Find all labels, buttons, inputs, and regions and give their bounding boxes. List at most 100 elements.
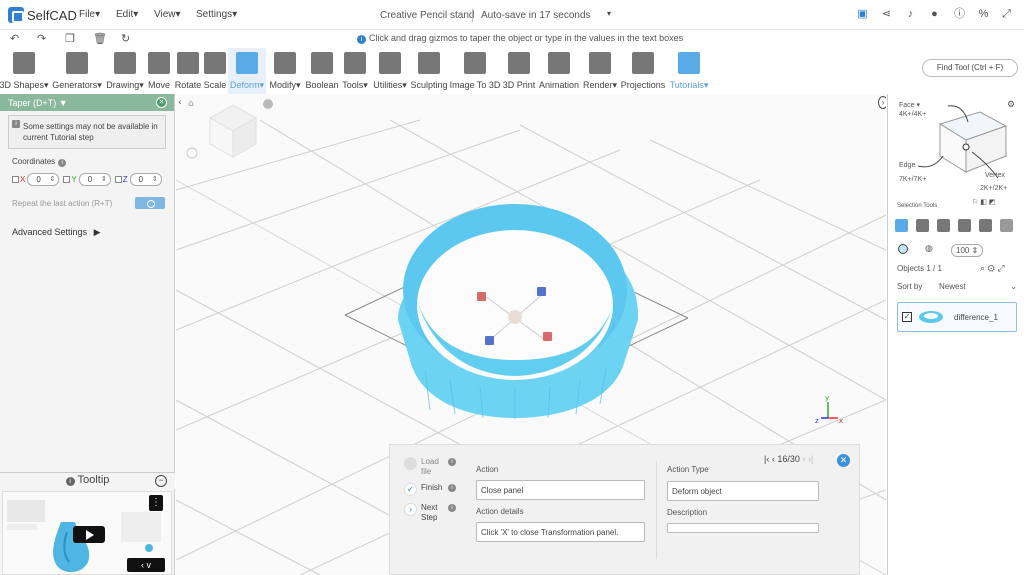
tool-sculpting[interactable]: Sculpting xyxy=(410,48,448,94)
step-status-icon xyxy=(404,457,417,470)
y-checkbox[interactable] xyxy=(63,176,71,183)
light-bulb-icon[interactable] xyxy=(186,147,198,159)
repeat-action-button[interactable] xyxy=(135,197,165,209)
brush-size-input[interactable]: 100 ⇕ xyxy=(951,244,984,257)
tool-scale[interactable]: Scale xyxy=(204,48,226,94)
tool-projections[interactable]: Projections xyxy=(621,48,665,94)
objects-count: Objects 1 / 1 xyxy=(897,264,942,273)
tool-image-to-3d[interactable]: Image To 3D xyxy=(450,48,500,94)
tool-render[interactable]: Render▾ xyxy=(583,48,617,94)
x-checkbox[interactable] xyxy=(12,176,19,183)
tool-tools[interactable]: Tools▾ xyxy=(340,48,370,94)
next-step-icon[interactable]: › xyxy=(802,454,805,464)
step-info-icon[interactable]: i xyxy=(448,504,456,512)
z-checkbox[interactable] xyxy=(114,176,122,183)
object-thumbnail xyxy=(919,311,943,323)
home-icon[interactable]: ⌂ xyxy=(188,99,194,109)
notifications-icon[interactable]: ♪ xyxy=(904,8,917,21)
object-tools-icons[interactable]: ⌕ ⚙ ⤢ xyxy=(980,263,1005,274)
svg-text:x: x xyxy=(839,417,843,425)
x-input[interactable]: 0 xyxy=(27,173,60,186)
tool-drawing[interactable]: Drawing▾ xyxy=(106,48,144,94)
tool-rotate[interactable]: Rotate xyxy=(174,48,202,94)
selection-extra-icons[interactable]: ⚐ ◧ ◩ xyxy=(972,198,995,206)
object-name: difference_1 xyxy=(954,313,998,322)
sort-select[interactable]: Newest ⌄ xyxy=(939,282,1017,291)
brush-circle-icon[interactable] xyxy=(898,244,908,254)
title-separator xyxy=(472,9,473,22)
first-step-icon[interactable]: |‹ xyxy=(764,454,769,464)
scale-icon xyxy=(204,52,226,74)
fullscreen-icon[interactable]: ⤢ xyxy=(1000,8,1013,21)
tool-3d-shapes[interactable]: 3D Shapes▾ xyxy=(0,48,49,94)
save-icon[interactable]: ▣ xyxy=(856,8,869,21)
select-plane-icon[interactable] xyxy=(1000,219,1013,232)
collapse-right-icon[interactable]: › xyxy=(878,96,886,109)
tool-animation[interactable]: Animation xyxy=(539,48,579,94)
tutorial-panel: Load file i ✓ Finish i › Next Step i Act… xyxy=(389,444,860,575)
menu-edit[interactable]: Edit▾ xyxy=(116,9,138,20)
tool-boolean[interactable]: Boolean xyxy=(305,48,339,94)
minimize-tooltip-button[interactable]: − xyxy=(155,475,167,487)
select-box-icon[interactable] xyxy=(937,219,950,232)
copy-icon[interactable]: ❐ xyxy=(65,32,75,45)
undo-icon[interactable]: ↶ xyxy=(10,32,19,45)
collapse-icon[interactable]: ▼ xyxy=(59,98,68,108)
tool-modify[interactable]: Modify▾ xyxy=(268,48,302,94)
close-tutorial-button[interactable]: ✕ xyxy=(837,454,850,467)
view-cube[interactable] xyxy=(208,104,258,158)
action-field: Close panel xyxy=(476,480,645,500)
y-input[interactable]: 0 xyxy=(78,173,111,186)
tooltip-video[interactable]: ⋮ ‹ v xyxy=(2,491,172,575)
video-more-icon[interactable]: ⋮ xyxy=(149,495,163,511)
play-button[interactable] xyxy=(73,526,105,543)
selection-tools-label: Selection Tools xyxy=(897,203,938,209)
brush-pattern-icon[interactable]: ◍ xyxy=(925,243,933,254)
close-panel-button[interactable]: ✕ xyxy=(156,97,167,108)
menu-settings[interactable]: Settings▾ xyxy=(196,9,237,20)
object-visibility-checkbox[interactable]: ✓ xyxy=(902,312,912,322)
vimeo-logo-icon[interactable]: ‹ v xyxy=(127,558,165,572)
tool-deform[interactable]: Deform▾ xyxy=(228,48,266,94)
percent-icon[interactable]: % xyxy=(977,8,990,21)
autosave-dropdown-icon[interactable]: ▾ xyxy=(607,9,611,18)
printer-icon xyxy=(508,52,530,74)
sculpting-icon xyxy=(418,52,440,74)
advanced-settings[interactable]: Advanced Settings ▶ xyxy=(12,227,174,238)
menu-file[interactable]: File▾ xyxy=(79,9,100,20)
right-panel: Face ▾ 4K+/4K+ ⚙ Edge 7K+/7K+ Vertex 2K+… xyxy=(887,94,1024,575)
generator-icon xyxy=(66,52,88,74)
share-icon[interactable]: ⋖ xyxy=(880,8,893,21)
refresh-icon[interactable]: ↻ xyxy=(121,32,130,45)
animation-icon xyxy=(548,52,570,74)
cube-icon xyxy=(13,52,35,74)
document-title[interactable]: Creative Pencil stand xyxy=(380,10,475,21)
find-tool-button[interactable]: Find Tool (Ctrl + F) xyxy=(922,59,1018,77)
select-cube-icon[interactable] xyxy=(895,219,908,232)
camera-light-icon[interactable] xyxy=(263,99,273,109)
select-mesh-icon[interactable] xyxy=(916,219,929,232)
panel-title: Taper (D+T) xyxy=(8,98,57,108)
coordinates-info-icon[interactable]: i xyxy=(58,159,67,167)
z-input[interactable]: 0 xyxy=(129,173,162,186)
redo-icon[interactable]: ↷ xyxy=(37,32,46,45)
info-icon[interactable]: ⓘ xyxy=(953,8,966,21)
prev-step-icon[interactable]: ‹ xyxy=(772,454,775,464)
tool-generators[interactable]: Generators▾ xyxy=(51,48,103,94)
menu-view[interactable]: View▾ xyxy=(154,9,181,20)
collapse-left-icon[interactable]: ‹ xyxy=(178,98,182,108)
step-info-icon[interactable]: i xyxy=(448,484,456,492)
delete-icon[interactable]: 🗑 xyxy=(93,32,107,45)
tool-move[interactable]: Move xyxy=(146,48,172,94)
step-info-icon[interactable]: i xyxy=(448,458,456,466)
logo[interactable]: SelfCAD xyxy=(8,7,77,23)
tool-tutorials[interactable]: Tutorials▾ xyxy=(669,48,709,94)
last-step-icon[interactable]: ›| xyxy=(808,454,813,464)
user-icon[interactable]: ● xyxy=(928,8,941,21)
select-sphere-icon[interactable] xyxy=(958,219,971,232)
tool-utilities[interactable]: Utilities▾ xyxy=(372,48,408,94)
main-toolbar: 3D Shapes▾ Generators▾ Drawing▾ Move Rot… xyxy=(0,48,1024,94)
tool-3d-print[interactable]: 3D Print xyxy=(503,48,535,94)
object-row[interactable]: ✓ difference_1 xyxy=(897,302,1017,332)
select-solid-icon[interactable] xyxy=(979,219,992,232)
